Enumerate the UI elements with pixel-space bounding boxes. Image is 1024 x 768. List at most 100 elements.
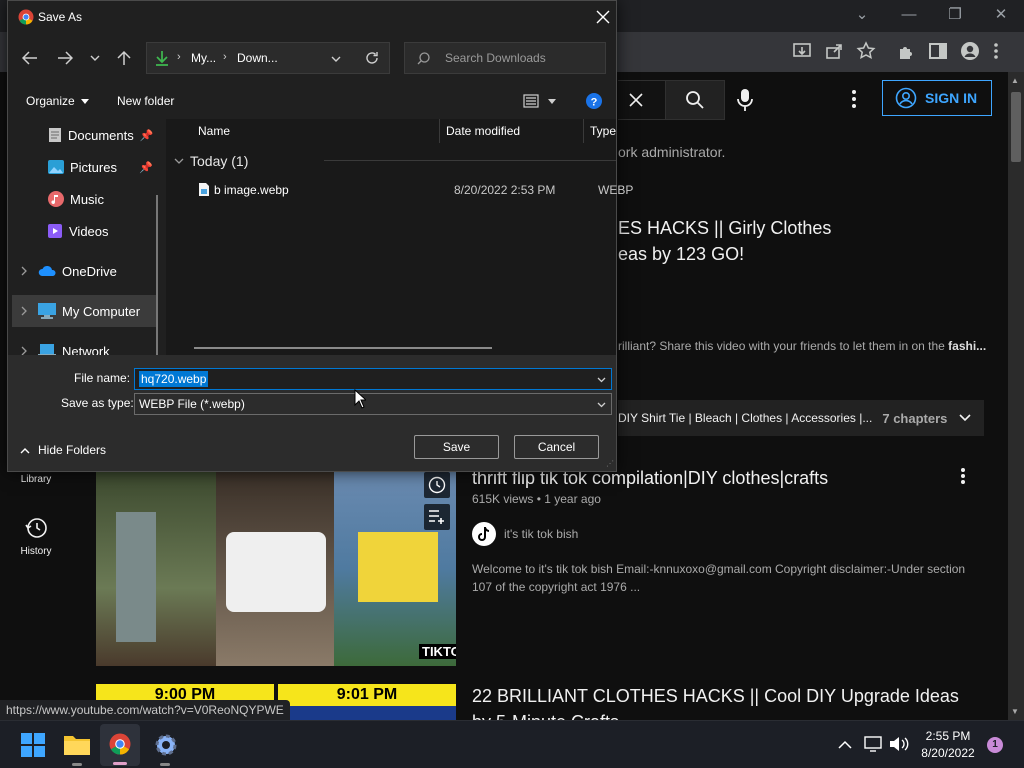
file-name-input[interactable]: hq720.webp xyxy=(134,368,612,390)
clock-date[interactable]: 8/20/2022 xyxy=(916,746,980,760)
cancel-button[interactable]: Cancel xyxy=(514,435,599,459)
nav-item-videos[interactable]: Videos xyxy=(8,215,160,247)
column-divider[interactable] xyxy=(583,119,584,143)
video2-channel[interactable]: it's tik tok bish xyxy=(504,527,578,541)
video3-title-line2[interactable]: by 5-Minute Crafts xyxy=(472,712,619,720)
close-window-button[interactable]: ✕ xyxy=(985,4,1017,26)
resize-grip-icon[interactable]: ⋰ xyxy=(606,459,614,468)
save-as-type-select[interactable]: WEBP File (*.webp) xyxy=(134,393,612,415)
dialog-close-icon[interactable] xyxy=(596,10,610,24)
help-icon[interactable]: ? xyxy=(586,93,602,109)
network-status-icon[interactable] xyxy=(864,736,884,752)
nav-item-pictures[interactable]: Pictures 📌 xyxy=(8,151,160,183)
file-pane-hscroll[interactable] xyxy=(194,347,492,349)
pictures-icon xyxy=(48,160,64,174)
column-divider[interactable] xyxy=(439,119,440,143)
scrollbar-thumb[interactable] xyxy=(1011,92,1021,162)
search-button[interactable] xyxy=(665,80,725,120)
search-placeholder: Search Downloads xyxy=(445,51,546,65)
history-icon xyxy=(25,518,47,538)
taskbar-running-indicator xyxy=(160,763,170,766)
video2-more-icon[interactable] xyxy=(959,467,967,485)
sign-in-button[interactable]: SIGN IN xyxy=(882,80,992,116)
save-button[interactable]: Save xyxy=(414,435,499,459)
column-header-name[interactable]: Name xyxy=(198,124,230,138)
file-explorer-icon[interactable] xyxy=(64,733,90,755)
video1-title-line2[interactable]: eas by 123 GO! xyxy=(618,244,744,265)
scroll-up-arrow[interactable]: ▲ xyxy=(1011,76,1019,85)
expand-chevron-icon[interactable] xyxy=(20,306,28,316)
scroll-down-arrow[interactable]: ▼ xyxy=(1011,707,1019,716)
thumb-time-right: 9:01 PM xyxy=(278,684,456,706)
up-arrow-icon[interactable] xyxy=(117,50,131,66)
dialog-titlebar[interactable]: Save As xyxy=(8,1,616,33)
chapters-bar[interactable]: DIY Shirt Tie | Bleach | Clothes | Acces… xyxy=(618,400,984,436)
organize-button[interactable]: Organize xyxy=(26,94,89,108)
video2-desc-line2: 107 of the copyright act 1976 ... xyxy=(472,580,641,594)
file-name-value: hq720.webp xyxy=(139,371,209,387)
profile-avatar-icon[interactable] xyxy=(960,41,980,61)
settings-gear-icon[interactable] xyxy=(154,733,178,757)
address-bar[interactable]: › My... › Down... xyxy=(146,42,390,74)
notification-badge[interactable]: 1 xyxy=(987,737,1003,753)
add-to-queue-icon[interactable] xyxy=(424,504,450,530)
bookmark-star-icon[interactable] xyxy=(856,41,876,61)
nav-scrollbar[interactable] xyxy=(156,195,158,355)
save-options-area: File name: hq720.webp Save as type: WEBP… xyxy=(8,355,616,471)
hide-folders-button[interactable]: Hide Folders xyxy=(20,443,106,457)
video1-title-line1[interactable]: ES HACKS || Girly Clothes xyxy=(618,218,831,239)
microphone-icon[interactable] xyxy=(736,88,754,112)
side-panel-icon[interactable] xyxy=(928,41,948,61)
search-downloads-input[interactable]: Search Downloads xyxy=(404,42,606,74)
expand-chevron-icon[interactable] xyxy=(20,266,28,276)
save-as-type-dropdown-icon[interactable] xyxy=(597,402,606,408)
minimize-button[interactable]: — xyxy=(893,4,925,26)
show-hidden-icons-icon[interactable] xyxy=(838,740,852,749)
chrome-menu-icon[interactable] xyxy=(990,41,1002,61)
youtube-mini-sidebar: Library History xyxy=(0,472,72,720)
windows-start-icon[interactable] xyxy=(21,733,45,757)
breadcrumb-item-downloads[interactable]: Down... xyxy=(237,51,278,65)
volume-icon[interactable] xyxy=(889,736,909,752)
forward-arrow-icon[interactable] xyxy=(57,51,73,65)
page-scrollbar[interactable] xyxy=(1008,72,1024,720)
nav-item-documents[interactable]: Documents 📌 xyxy=(8,119,160,151)
extensions-icon[interactable] xyxy=(896,41,916,61)
sidebar-item-history[interactable]: History xyxy=(0,516,72,557)
address-dropdown-icon[interactable] xyxy=(331,56,341,63)
clock-time[interactable]: 2:55 PM xyxy=(916,729,980,743)
install-app-icon[interactable] xyxy=(792,41,812,61)
nav-item-music[interactable]: Music xyxy=(8,183,160,215)
video3-title-line1[interactable]: 22 BRILLIANT CLOTHES HACKS || Cool DIY U… xyxy=(472,686,959,707)
recent-locations-chevron-icon[interactable] xyxy=(90,55,100,62)
clear-search-icon[interactable] xyxy=(628,92,644,108)
file-row[interactable]: b image.webp 8/20/2022 2:53 PM WEBP xyxy=(166,179,633,201)
channel-avatar[interactable] xyxy=(472,522,496,546)
watch-later-icon[interactable] xyxy=(424,472,450,498)
navigation-pane: Documents 📌 Pictures 📌 Music Videos OneD… xyxy=(8,119,166,359)
share-icon[interactable] xyxy=(824,41,844,61)
settings-menu-icon[interactable] xyxy=(850,89,858,109)
refresh-icon[interactable] xyxy=(365,51,379,65)
file-name-dropdown-icon[interactable] xyxy=(597,377,606,383)
group-header-today[interactable]: Today (1) xyxy=(174,153,248,169)
video2-thumbnail[interactable]: TIKTOK xyxy=(96,472,456,666)
nav-item-mycomputer[interactable]: My Computer xyxy=(12,295,156,327)
admin-notice: ork administrator. xyxy=(618,144,726,160)
back-arrow-icon[interactable] xyxy=(22,51,38,65)
new-folder-button[interactable]: New folder xyxy=(117,94,174,108)
tab-search-icon[interactable]: ⌄ xyxy=(846,4,878,26)
group-divider xyxy=(324,160,616,161)
onedrive-icon xyxy=(38,265,56,276)
view-dropdown-icon[interactable] xyxy=(548,99,556,104)
thumb-jacket-art xyxy=(358,532,438,602)
view-options-icon[interactable] xyxy=(523,94,539,108)
column-header-type[interactable]: Type xyxy=(590,124,616,138)
nav-item-onedrive[interactable]: OneDrive xyxy=(8,255,160,287)
column-header-date[interactable]: Date modified xyxy=(446,124,520,138)
pin-icon: 📌 xyxy=(139,129,154,142)
sidebar-item-library[interactable]: Library xyxy=(0,472,72,485)
breadcrumb-item-mycomputer[interactable]: My... xyxy=(191,51,216,65)
taskbar-chrome-active[interactable] xyxy=(100,724,140,766)
restore-button[interactable]: ❐ xyxy=(939,4,971,26)
